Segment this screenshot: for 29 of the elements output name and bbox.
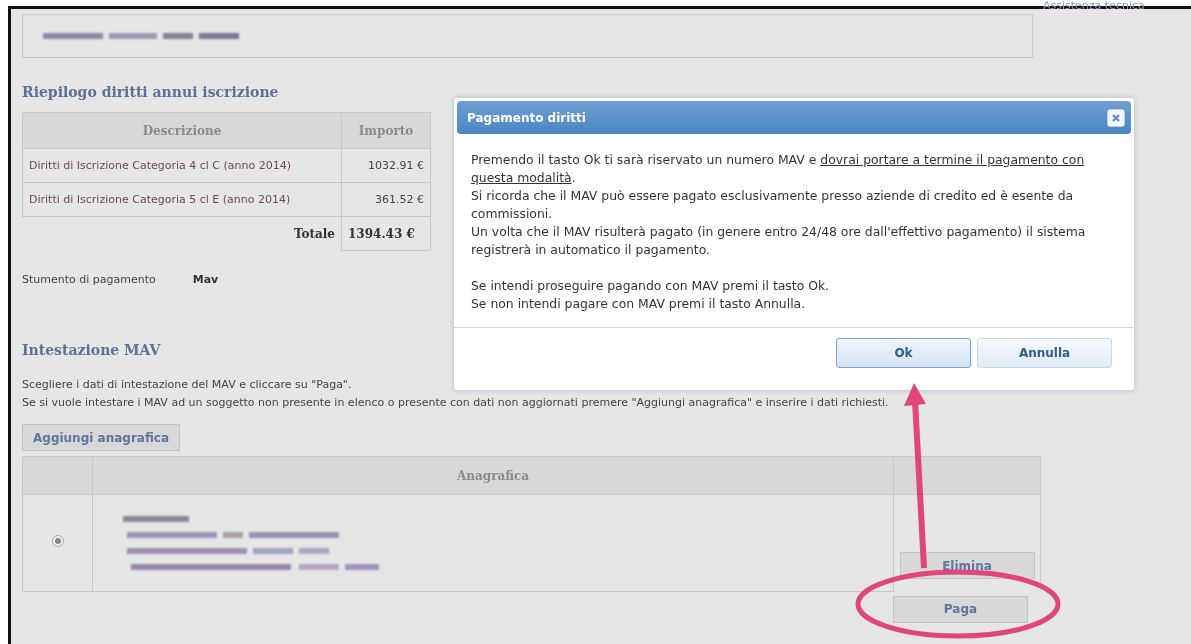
column-header: Anagrafica	[92, 456, 894, 495]
close-icon	[1111, 112, 1121, 123]
instruction-text: Se si vuole intestare i MAV ad un soggetto non presente in elenco o presente con dati non aggiornati premere "Aggiungi anagrafica" e inserire i dati richiesti.	[22, 395, 889, 411]
dialog-button[interactable]: Annulla	[977, 338, 1112, 368]
total-value: 1394.43 €	[341, 216, 431, 251]
column-header: Descrizione	[22, 112, 342, 149]
field-label: Stumento di pagamento	[22, 273, 156, 286]
dialog-title: Pagamento diritti	[467, 110, 586, 125]
dialog-message: Premendo il tasto Ok ti sarà riservato un numero MAV e dovrai portare a termine il pagamento con questa modalità.	[471, 151, 1086, 187]
table-cell: Diritti di Iscrizione Categoria 5 cl E (anno 2014)	[22, 182, 342, 217]
table-cell: Diritti di Iscrizione Categoria 4 cl C (anno 2014)	[22, 148, 342, 183]
dialog-button[interactable]: Ok	[836, 338, 971, 368]
add-button[interactable]: Aggiungi anagrafica	[22, 424, 180, 451]
close-button[interactable]	[1107, 108, 1125, 127]
dialog-message: Un volta che il MAV risulterà pagato (in genere entro 24/48 ore dall'effettivo pagamento) il sistema registrerà in automatico il pagamento.	[471, 223, 1087, 259]
pay-button[interactable]: Paga	[893, 595, 1028, 623]
total-label: Totale	[22, 216, 342, 251]
field-value: Mav	[192, 273, 219, 286]
table-cell: 1032.91 €	[341, 148, 431, 183]
support-link[interactable]: Assistenza tecnica	[1043, 0, 1145, 12]
instruction-text: Scegliere i dati di intestazione del MAV e cliccare su "Paga".	[22, 377, 352, 393]
table-cell: 361.52 €	[341, 182, 431, 217]
dialog-message: Se non intendi pagare con MAV premi il tasto Annulla.	[471, 295, 807, 313]
dialog-message: Si ricorda che il MAV può essere pagato esclusivamente presso aziende di credito ed è esente da commissioni.	[471, 187, 1075, 223]
radio-button[interactable]	[51, 535, 64, 548]
dialog-message: Se intendi proseguire pagando con MAV premi il tasto Ok.	[471, 277, 831, 295]
section-title: Intestazione MAV	[22, 342, 161, 358]
column-header: Importo	[341, 112, 431, 149]
section-title: Riepilogo diritti annui iscrizione	[22, 84, 279, 100]
